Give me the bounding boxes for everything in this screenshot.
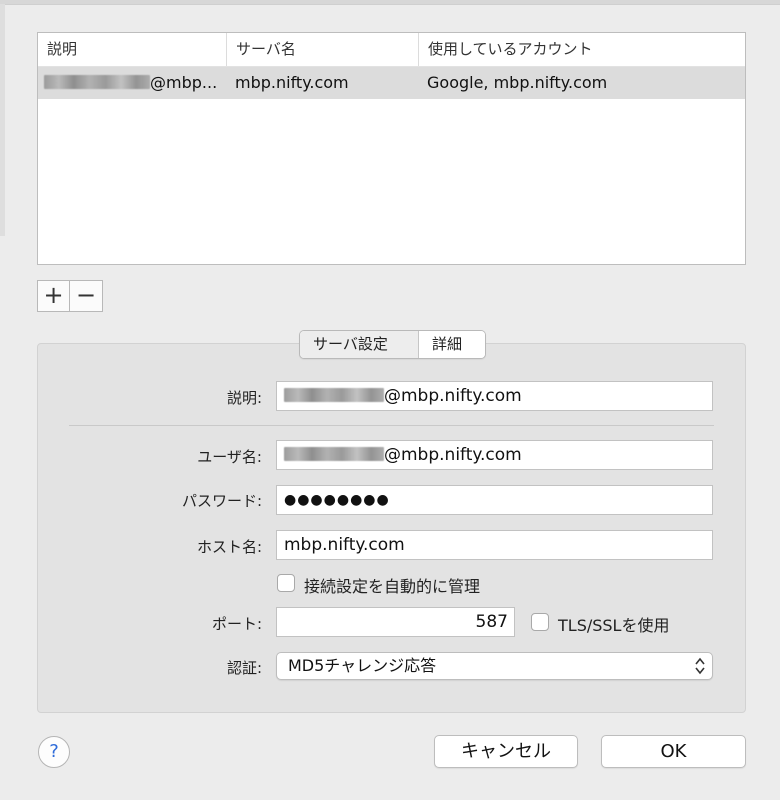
tab-server-settings[interactable]: サーバ設定 <box>300 331 419 358</box>
auth-label: 認証: <box>226 659 262 677</box>
table-header: 説明 サーバ名 使用しているアカウント <box>38 33 745 67</box>
tab-control: サーバ設定 詳細 <box>299 330 486 359</box>
column-header-server[interactable]: サーバ名 <box>226 33 418 66</box>
redacted-email-blur <box>284 387 384 402</box>
form-separator <box>69 425 714 426</box>
redacted-email-blur <box>44 75 150 89</box>
help-button[interactable]: ? <box>38 736 70 768</box>
password-label: パスワード: <box>181 492 262 510</box>
username-field[interactable]: @mbp.nifty.com <box>276 440 713 470</box>
host-label: ホスト名: <box>196 538 262 556</box>
cell-description-text: @mbp... <box>150 73 218 92</box>
tls-ssl-checkbox[interactable] <box>531 613 549 631</box>
auto-manage-checkbox[interactable] <box>277 574 295 592</box>
auth-popup[interactable]: MD5チャレンジ応答 <box>276 652 713 680</box>
table-row[interactable]: @mbp... mbp.nifty.com Google, mbp.nifty.… <box>38 67 745 99</box>
smtp-server-table[interactable]: 説明 サーバ名 使用しているアカウント @mbp... mbp.nifty.co… <box>37 32 746 265</box>
cancel-button[interactable]: キャンセル <box>434 735 578 768</box>
port-label: ポート: <box>211 615 262 633</box>
cell-accounts: Google, mbp.nifty.com <box>427 73 608 92</box>
tls-ssl-label: TLS/SSLを使用 <box>558 616 670 635</box>
window-left-edge <box>0 4 5 236</box>
remove-server-button[interactable]: − <box>69 280 103 312</box>
username-field-text: @mbp.nifty.com <box>384 445 522 465</box>
column-header-description[interactable]: 説明 <box>38 33 226 66</box>
password-field[interactable]: ●●●●●●●● <box>276 485 713 515</box>
host-field[interactable]: mbp.nifty.com <box>276 530 713 560</box>
updown-chevron-icon <box>695 657 705 675</box>
window-top-edge <box>0 0 780 5</box>
tab-advanced[interactable]: 詳細 <box>419 331 485 358</box>
cell-description: @mbp... <box>38 67 226 99</box>
port-field[interactable]: 587 <box>276 607 515 637</box>
description-field[interactable]: @mbp.nifty.com <box>276 381 713 411</box>
column-header-accounts[interactable]: 使用しているアカウント <box>418 33 745 66</box>
description-label: 説明: <box>226 389 262 407</box>
auto-manage-label: 接続設定を自動的に管理 <box>304 577 481 596</box>
username-label: ユーザ名: <box>197 448 262 466</box>
cell-server: mbp.nifty.com <box>235 73 349 92</box>
auth-popup-value: MD5チャレンジ応答 <box>288 656 437 675</box>
add-server-button[interactable]: + <box>37 280 70 312</box>
redacted-email-blur <box>284 446 384 461</box>
ok-button[interactable]: OK <box>601 735 746 768</box>
description-field-text: @mbp.nifty.com <box>384 386 522 406</box>
